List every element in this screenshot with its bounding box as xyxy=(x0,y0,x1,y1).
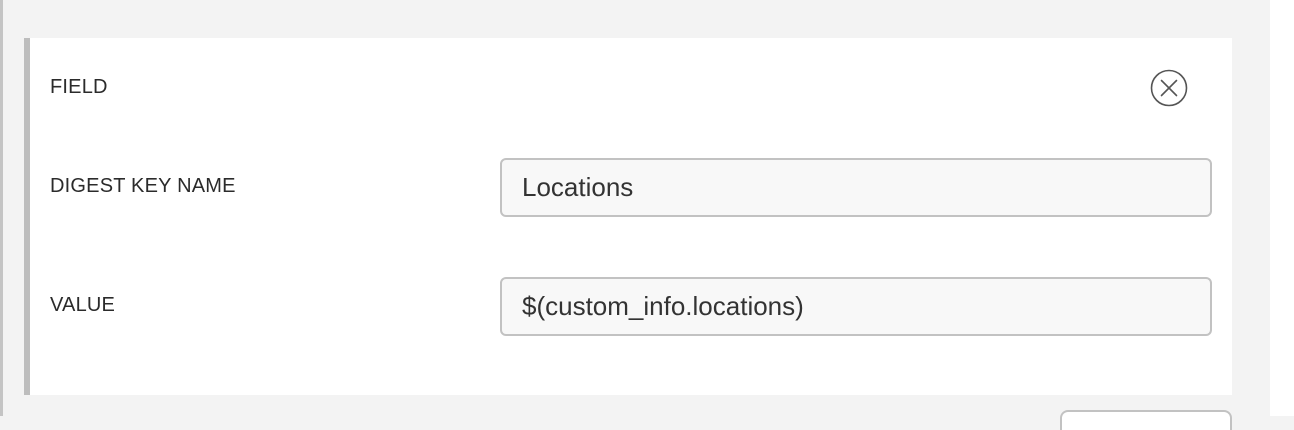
digest-key-name-label: DIGEST KEY NAME xyxy=(50,175,236,197)
page-left-edge xyxy=(0,0,3,416)
digest-key-name-input[interactable] xyxy=(500,158,1212,217)
field-card: FIELD DIGEST KEY NAME VALUE xyxy=(24,38,1232,395)
right-panel-edge xyxy=(1270,0,1294,416)
value-label: VALUE xyxy=(50,294,116,316)
remove-field-button[interactable] xyxy=(1150,69,1188,107)
close-circle-icon xyxy=(1150,69,1188,107)
page-gutter xyxy=(1252,0,1270,416)
value-input[interactable] xyxy=(500,277,1212,336)
partial-button[interactable] xyxy=(1060,410,1232,430)
field-label: FIELD xyxy=(50,76,108,98)
